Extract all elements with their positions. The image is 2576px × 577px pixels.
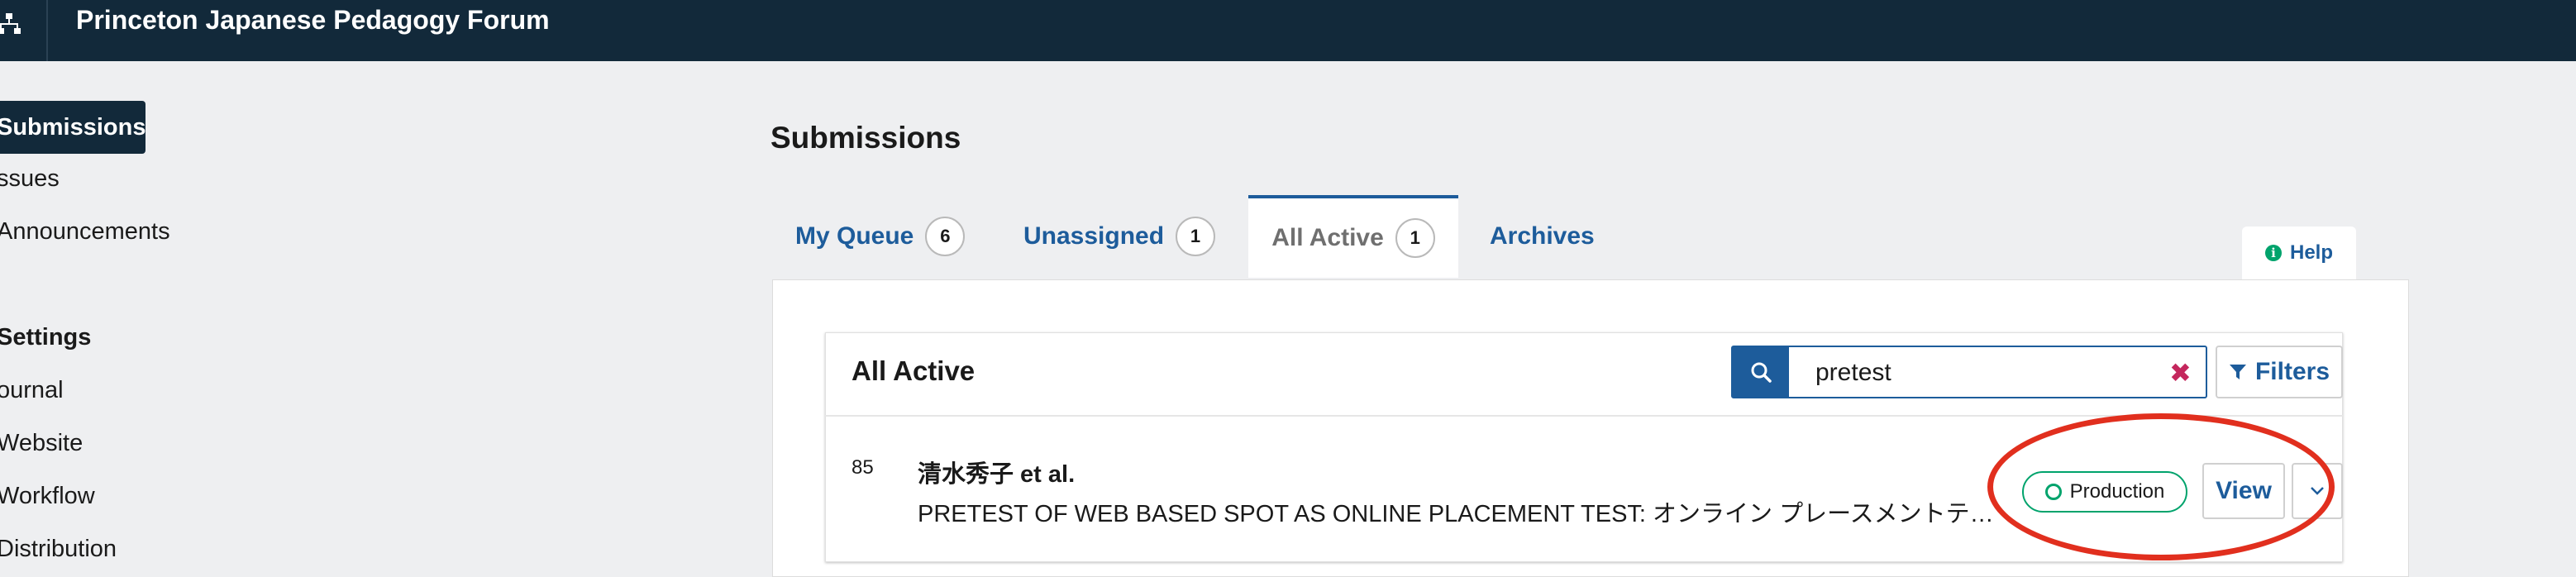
stage-status-icon [2044, 484, 2062, 500]
sidebar-item-distribution[interactable]: Distribution [0, 536, 117, 563]
tab-count-badge: 1 [1176, 217, 1216, 256]
list-header-divider [825, 415, 2343, 417]
filters-button[interactable]: Filters [2216, 346, 2343, 398]
search-icon[interactable] [1733, 347, 1789, 397]
tab-unassigned[interactable]: Unassigned 1 [1023, 195, 1216, 278]
sidebar-item-journal[interactable]: ournal [0, 377, 64, 404]
tab-label: All Active [1271, 224, 1384, 251]
info-icon: i [2264, 245, 2282, 261]
header-divider [46, 0, 48, 61]
tab-count-badge: 1 [1395, 218, 1435, 258]
submission-id: 85 [852, 456, 874, 479]
top-header-bar: Princeton Japanese Pedagogy Forum [0, 0, 2576, 61]
stage-label: Production [2069, 480, 2165, 503]
tab-label: Unassigned [1023, 222, 1165, 250]
help-button[interactable]: i Help [2242, 227, 2356, 279]
tab-all-active[interactable]: All Active 1 [1248, 195, 1458, 278]
tab-archives[interactable]: Archives [1490, 195, 1595, 278]
page-title: Submissions [770, 121, 961, 155]
sidebar-item-submissions[interactable]: Submissions [0, 101, 146, 154]
list-title: All Active [852, 355, 976, 386]
sitemap-icon[interactable] [0, 12, 21, 36]
chevron-down-icon [2311, 487, 2324, 495]
filters-label: Filters [2254, 358, 2330, 385]
sidebar-item-announcements[interactable]: Announcements [0, 218, 170, 246]
help-label: Help [2289, 241, 2333, 264]
tab-label: My Queue [795, 222, 914, 250]
submission-authors: 清水秀子 et al. [918, 461, 1076, 488]
sidebar-item-workflow[interactable]: Workflow [0, 483, 95, 510]
search-box: ✖ [1731, 346, 2207, 398]
tab-label: Archives [1490, 222, 1595, 250]
search-input[interactable] [1814, 352, 2164, 393]
filter-icon [2229, 365, 2246, 379]
clear-search-icon[interactable]: ✖ [2169, 357, 2192, 389]
stage-badge-production[interactable]: Production [2022, 471, 2187, 513]
submission-title: PRETEST OF WEB BASED SPOT AS ONLINE PLAC… [918, 501, 2009, 527]
sidebar-item-issues[interactable]: ssues [0, 165, 60, 193]
site-title[interactable]: Princeton Japanese Pedagogy Forum [76, 5, 550, 36]
tab-my-queue[interactable]: My Queue 6 [795, 195, 966, 278]
expand-row-button[interactable] [2292, 463, 2343, 519]
sidebar-heading-settings: Settings [0, 324, 92, 350]
sidebar-item-website[interactable]: Website [0, 430, 83, 457]
view-button[interactable]: View [2202, 463, 2285, 519]
tab-count-badge: 6 [925, 217, 966, 256]
